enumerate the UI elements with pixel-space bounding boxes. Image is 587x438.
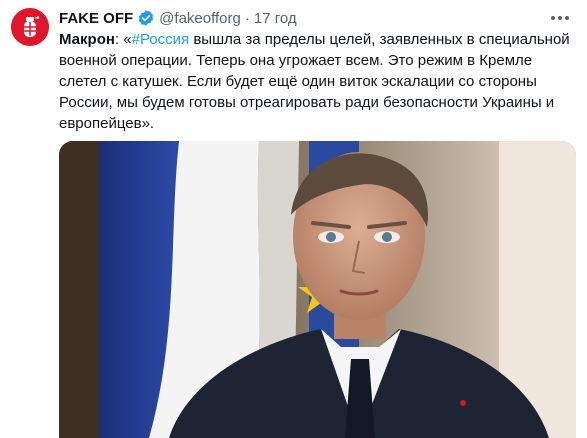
tweet[interactable]: FAKE OFF @fakeofforg · 17 год Макрон: «#…	[0, 0, 587, 438]
more-options-icon[interactable]	[548, 8, 572, 28]
tweet-photo[interactable]	[59, 141, 576, 438]
tweet-text-colon: : «	[114, 31, 132, 48]
tweet-header: FAKE OFF @fakeofforg · 17 год	[59, 8, 297, 28]
avatar[interactable]	[11, 8, 49, 46]
photo-of-man-in-suit	[59, 141, 576, 438]
verified-badge-icon	[137, 9, 155, 27]
hashtag-link[interactable]: #Россия	[132, 31, 190, 48]
author-handle[interactable]: @fakeofforg	[159, 10, 241, 27]
author-name[interactable]: FAKE OFF	[59, 10, 133, 27]
tweet-text-lead: Макрон	[59, 31, 115, 48]
grenade-logo-icon	[11, 8, 49, 46]
tweet-time[interactable]: 17 год	[254, 10, 297, 27]
tweet-text: Макрон: «#Россия вышла за пределы целей,…	[59, 29, 573, 134]
separator-dot: ·	[244, 9, 250, 27]
